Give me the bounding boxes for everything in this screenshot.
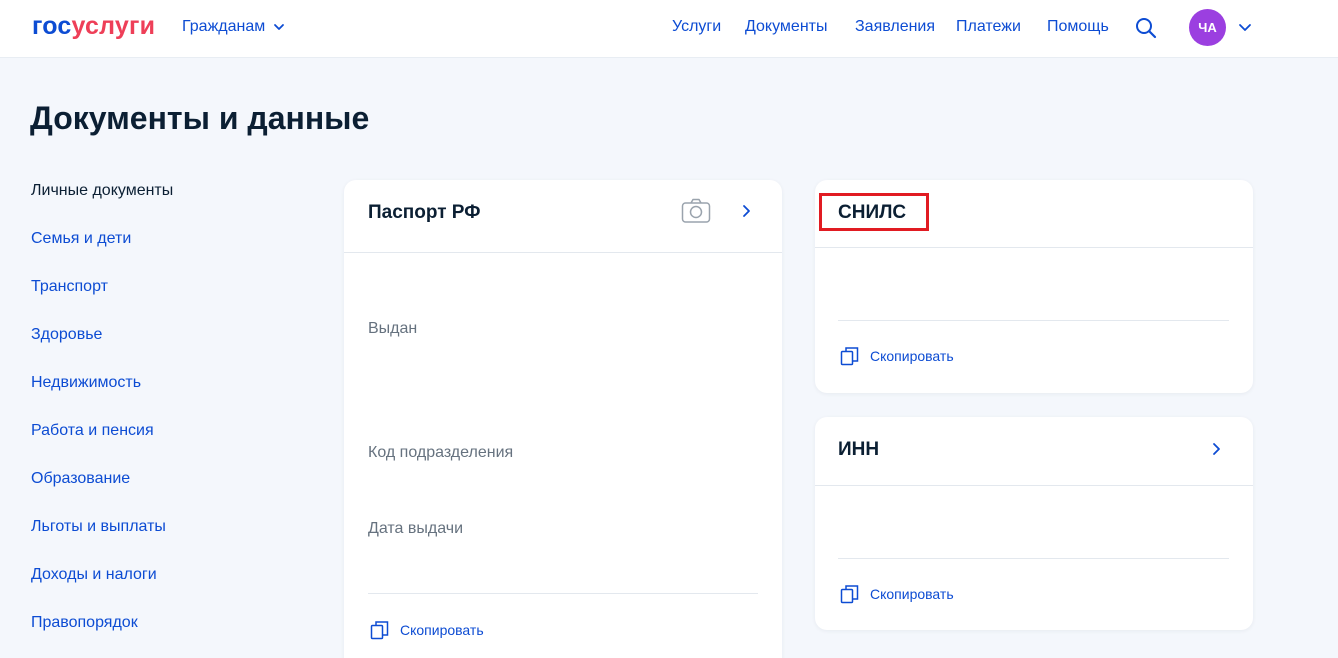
chevron-right-icon[interactable] xyxy=(739,204,753,218)
sidebar-item-benefits[interactable]: Льготы и выплаты xyxy=(31,518,166,536)
inn-card[interactable]: ИНН Скопировать xyxy=(815,417,1253,630)
passport-copy-button[interactable]: Скопировать xyxy=(370,620,484,640)
role-label: Гражданам xyxy=(182,18,266,35)
chevron-down-icon xyxy=(274,24,285,30)
inn-title: ИНН xyxy=(838,439,880,460)
snils-highlight-box xyxy=(819,193,929,231)
camera-icon[interactable] xyxy=(681,198,711,224)
sidebar-item-law[interactable]: Правопорядок xyxy=(31,614,138,632)
nav-applications[interactable]: Заявления xyxy=(855,18,935,36)
passport-issued-label: Выдан xyxy=(368,320,418,337)
sidebar-item-personal-documents[interactable]: Личные документы xyxy=(31,182,173,200)
nav-services[interactable]: Услуги xyxy=(672,18,721,36)
logo-part-1: гос xyxy=(32,12,72,40)
logo-part-2: услуги xyxy=(71,12,156,40)
avatar[interactable]: ЧА xyxy=(1189,9,1226,46)
role-selector[interactable]: Гражданам xyxy=(182,18,285,36)
passport-card[interactable]: Паспорт РФ Выдан Код подразделения Дата … xyxy=(344,180,782,658)
inn-copy-button[interactable]: Скопировать xyxy=(840,584,954,604)
sidebar-item-education[interactable]: Образование xyxy=(31,470,130,488)
snils-footer-divider xyxy=(838,320,1229,321)
sidebar-item-health[interactable]: Здоровье xyxy=(31,326,102,344)
copy-icon xyxy=(370,621,389,640)
page-title: Документы и данные xyxy=(30,100,370,136)
snils-header-divider xyxy=(815,247,1253,248)
inn-header-divider xyxy=(815,485,1253,486)
copy-icon xyxy=(840,347,859,366)
copy-icon xyxy=(840,585,859,604)
snils-copy-label: Скопировать xyxy=(870,348,954,364)
passport-footer-divider xyxy=(368,593,758,594)
search-icon[interactable] xyxy=(1134,16,1158,40)
snils-copy-button[interactable]: Скопировать xyxy=(840,346,954,366)
passport-dept-code-label: Код подразделения xyxy=(368,444,514,461)
passport-title: Паспорт РФ xyxy=(368,202,481,223)
chevron-right-icon[interactable] xyxy=(1209,442,1223,456)
passport-copy-label: Скопировать xyxy=(400,622,484,638)
passport-issue-date-label: Дата выдачи xyxy=(368,520,464,537)
inn-footer-divider xyxy=(838,558,1229,559)
top-header: госуслуги Гражданам Услуги Документы Зая… xyxy=(0,0,1338,58)
passport-header-divider xyxy=(344,252,782,253)
inn-copy-label: Скопировать xyxy=(870,586,954,602)
nav-payments[interactable]: Платежи xyxy=(956,18,1021,36)
nav-documents[interactable]: Документы xyxy=(745,18,827,36)
sidebar-item-income-taxes[interactable]: Доходы и налоги xyxy=(31,566,157,584)
sidebar-item-real-estate[interactable]: Недвижимость xyxy=(31,374,141,392)
sidebar-item-family[interactable]: Семья и дети xyxy=(31,230,131,248)
sidebar-item-work-pension[interactable]: Работа и пенсия xyxy=(31,422,154,440)
sidebar-item-transport[interactable]: Транспорт xyxy=(31,278,108,296)
chevron-down-icon[interactable] xyxy=(1238,20,1252,34)
nav-help[interactable]: Помощь xyxy=(1047,18,1109,36)
gosuslugi-logo[interactable]: госуслуги xyxy=(32,12,155,41)
